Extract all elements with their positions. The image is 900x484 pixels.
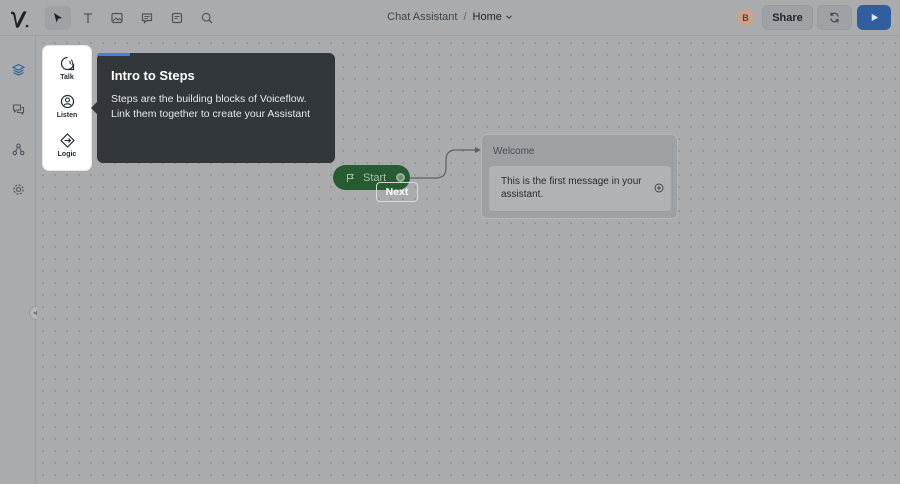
image-icon [111,12,123,24]
comment-icon [141,13,153,24]
play-icon [871,13,878,22]
breadcrumb-project[interactable]: Chat Assistant [387,11,457,23]
message-step[interactable]: This is the first message in your assist… [489,166,671,211]
top-bar: Chat Assistant / Home B Share [0,0,900,36]
tooltip-arrow [91,102,97,114]
listen-step-label: Listen [56,112,78,119]
listen-icon [60,94,74,109]
layers-icon[interactable] [10,61,26,77]
note-tool-button[interactable] [164,6,190,30]
text-tool-button[interactable] [75,6,101,30]
cursor-icon [54,13,62,23]
tour-progress-bar [97,53,335,56]
flag-icon [347,173,354,182]
run-button[interactable] [857,5,891,30]
tooltip-body: Steps are the building blocks of Voicefl… [111,93,311,120]
tour-progress-fill [97,53,131,56]
settings-icon[interactable] [10,181,26,197]
select-tool-button[interactable] [45,6,71,30]
talk-icon [60,56,74,71]
chat-icon[interactable] [10,101,26,117]
tooltip-title: Intro to Steps [111,68,195,83]
listen-step-button[interactable]: Listen [43,94,91,128]
voiceflow-logo-icon[interactable] [6,6,32,32]
logic-step-label: Logic [57,151,77,158]
steps-palette: Talk Listen Logic [43,46,91,170]
talk-step-label: Talk [60,74,74,81]
search-icon [201,12,213,24]
refresh-icon [830,12,839,23]
start-node-port[interactable] [396,173,405,182]
avatar[interactable]: B [737,9,754,26]
text-icon [84,13,92,23]
chevron-down-icon[interactable] [505,13,513,21]
talk-step-button[interactable]: Talk [43,56,91,90]
block-title[interactable]: Welcome [493,146,535,157]
add-port-icon[interactable] [654,183,664,193]
flow-icon[interactable] [10,141,26,157]
message-text: This is the first message in your assist… [501,176,642,200]
comment-tool-button[interactable] [134,6,160,30]
next-button[interactable]: Next [376,182,418,202]
breadcrumb-current-diagram[interactable]: Home [473,11,502,23]
logic-icon [59,133,75,148]
logic-step-button[interactable]: Logic [43,133,91,167]
onboarding-tooltip: Intro to Steps Steps are the building bl… [91,53,418,202]
sync-button[interactable] [817,5,852,30]
breadcrumb-separator: / [463,11,467,23]
note-icon [171,12,183,24]
welcome-block[interactable]: Welcome This is the first message in you… [481,134,678,219]
image-tool-button[interactable] [104,6,130,30]
share-button[interactable]: Share [762,5,813,30]
search-tool-button[interactable] [194,6,220,30]
left-sidebar [0,36,43,484]
